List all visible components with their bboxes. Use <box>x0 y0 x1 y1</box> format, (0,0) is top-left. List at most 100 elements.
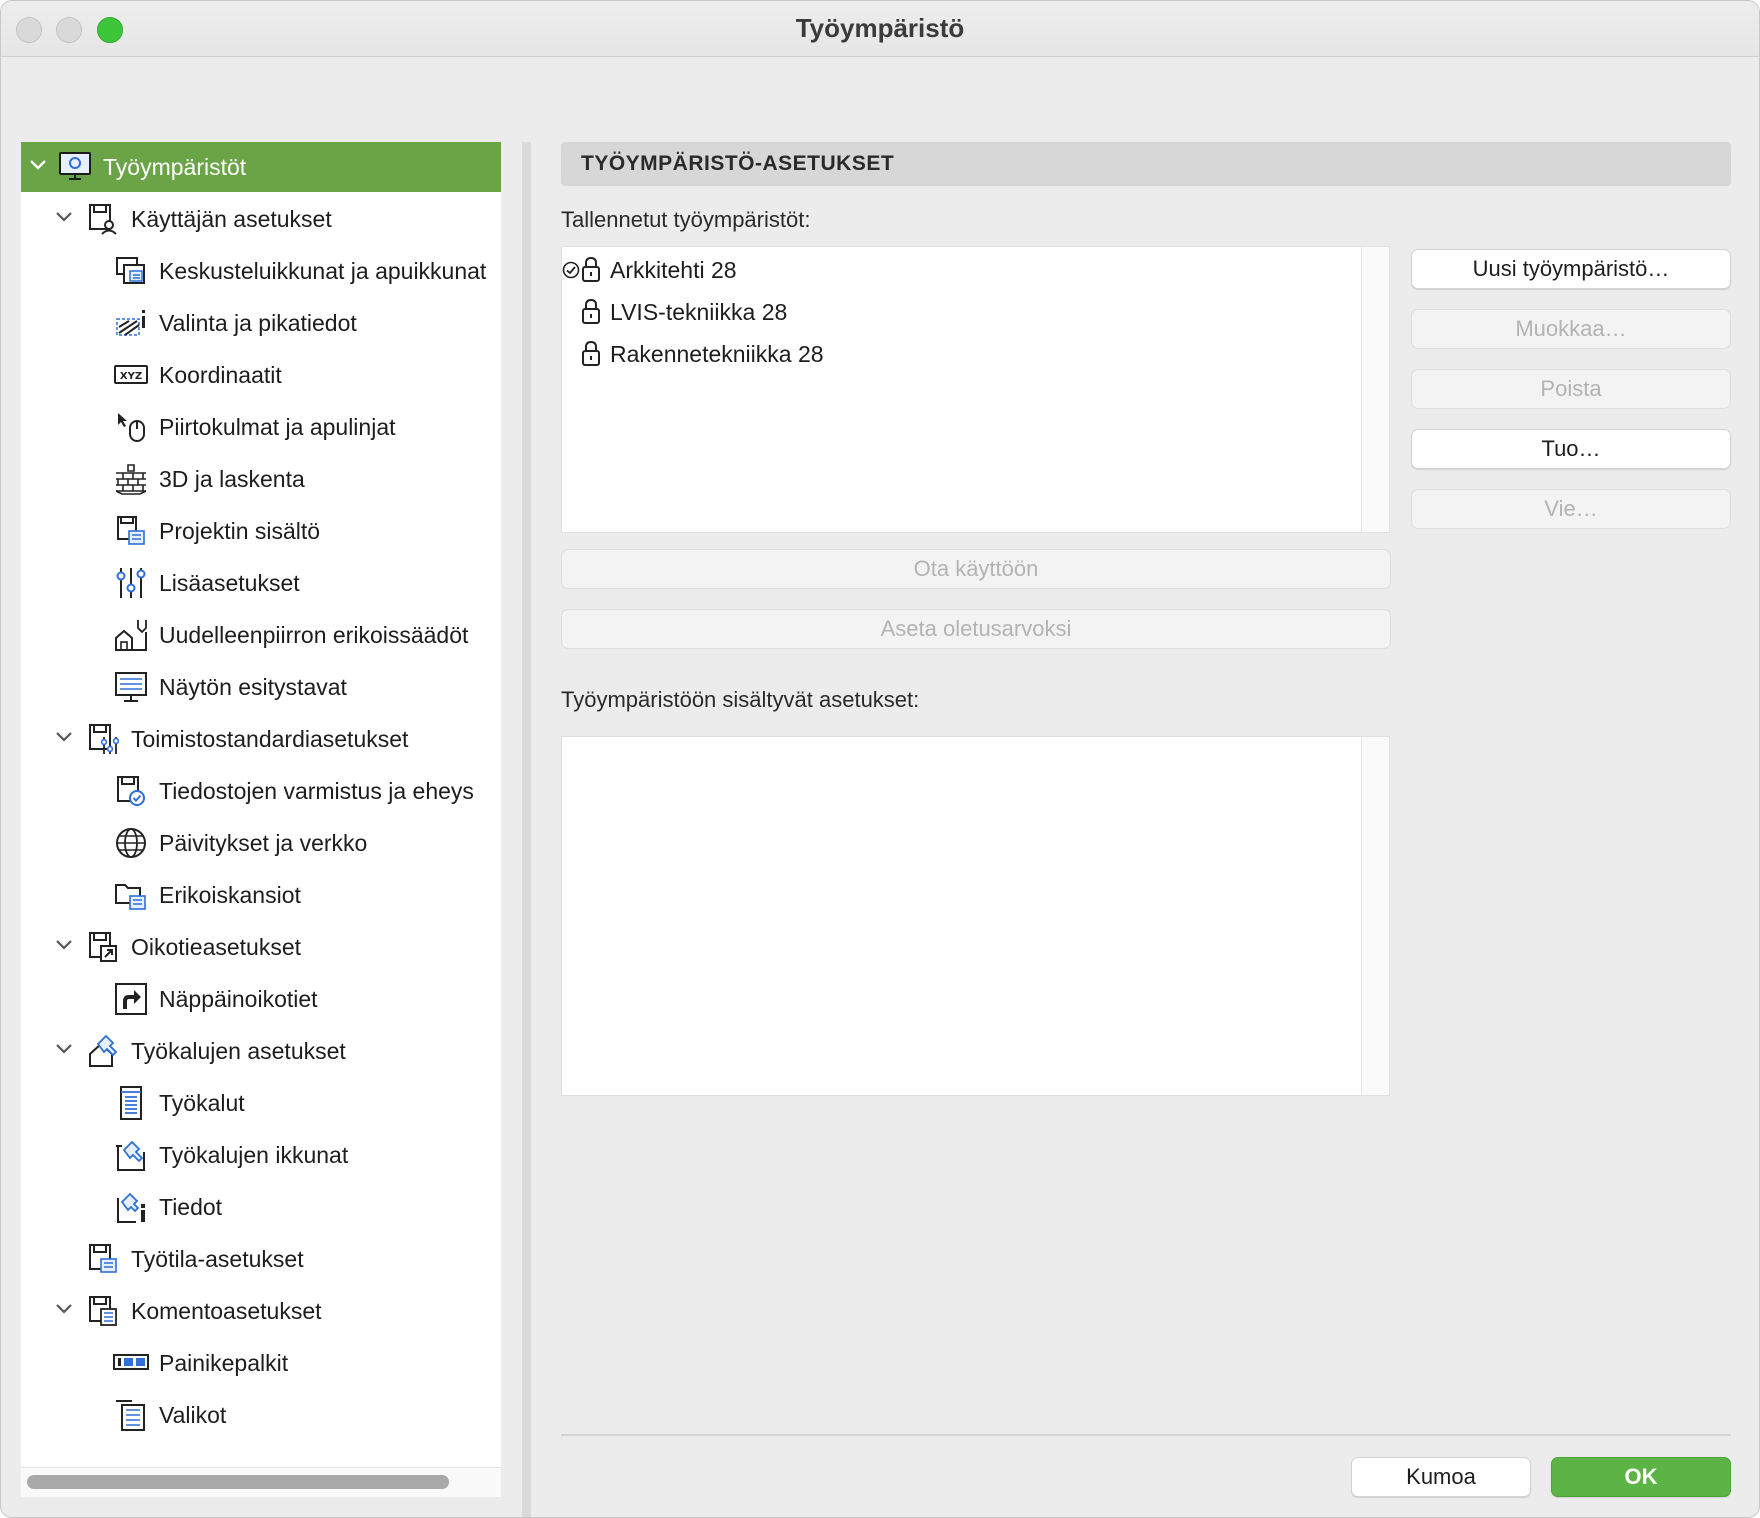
tree-item-menus[interactable]: Valikot <box>21 1390 501 1440</box>
tool-settings-icon <box>85 1033 121 1069</box>
tree-item-keyboard-shortcuts[interactable]: Näppäinoikotiet <box>21 974 501 1024</box>
tree-item-label: Oikotieasetukset <box>131 934 302 960</box>
tree-item-label: Toimistostandardiasetukset <box>131 726 409 752</box>
tree-item-label: Työkalut <box>159 1090 245 1116</box>
included-settings-list[interactable] <box>561 736 1390 1096</box>
chevron-down-icon[interactable] <box>55 1300 73 1318</box>
tree-item-label: Koordinaatit <box>159 362 282 388</box>
section-title: TYÖYMPÄRISTÖ-ASETUKSET <box>581 152 895 175</box>
set-default-button[interactable]: Aseta oletusarvoksi <box>561 609 1391 649</box>
vertical-scrollbar[interactable] <box>1361 247 1389 532</box>
list-item[interactable]: Rakennetekniikka 28 <box>562 333 1362 373</box>
tree-item-display-options[interactable]: Näytön esitystavat <box>21 662 501 712</box>
info-icon <box>113 1189 149 1225</box>
preferences-window: Työympäristö Työympäristöt Käyttäjän ase… <box>0 0 1760 1518</box>
tree-item-more-options[interactable]: Lisäasetukset <box>21 558 501 608</box>
settings-tree[interactable]: Työympäristöt Käyttäjän asetukset Keskus… <box>21 142 501 1497</box>
tree-item-user-settings[interactable]: Käyttäjän asetukset <box>21 194 501 244</box>
keyboard-shortcut-icon <box>113 981 149 1017</box>
apply-button[interactable]: Ota käyttöön <box>561 549 1391 589</box>
tree-item-label: Näytön esitystavat <box>159 674 347 700</box>
tree-item-special-folders[interactable]: Erikoiskansiot <box>21 870 501 920</box>
file-safety-icon <box>113 773 149 809</box>
tree-item-label: Painikepalkit <box>159 1350 289 1376</box>
included-settings-label: Työympäristöön sisältyvät asetukset: <box>561 687 920 712</box>
user-settings-icon <box>85 201 121 237</box>
cancel-button[interactable]: Kumoa <box>1351 1457 1531 1497</box>
tree-item-drawing-angles[interactable]: Piirtokulmat ja apulinjat <box>21 402 501 452</box>
toolbar-icon <box>113 1345 149 1381</box>
tree-item-updates-network[interactable]: Päivitykset ja verkko <box>21 818 501 868</box>
lock-icon <box>580 297 602 325</box>
workspace-settings-icon <box>85 1241 121 1277</box>
tree-item-label: Keskusteluikkunat ja apuikkunat <box>159 258 487 284</box>
menus-icon <box>113 1397 149 1433</box>
title-bar: Työympäristö <box>1 1 1759 57</box>
sliders-icon <box>113 565 149 601</box>
toolbox-icon <box>113 1085 149 1121</box>
lock-icon <box>580 339 602 367</box>
list-item-label: Arkkitehti 28 <box>610 257 737 283</box>
redraw-icon <box>113 617 149 653</box>
tree-item-company-standards[interactable]: Toimistostandardiasetukset <box>21 714 501 764</box>
tree-item-3d-calculation[interactable]: 3D ja laskenta <box>21 454 501 504</box>
tree-item-coordinates[interactable]: XYZ Koordinaatit <box>21 350 501 400</box>
list-item-label: LVIS-tekniikka 28 <box>610 299 788 325</box>
project-content-icon <box>113 513 149 549</box>
tree-item-label: 3D ja laskenta <box>159 466 305 492</box>
selection-info-icon <box>113 305 149 341</box>
delete-button[interactable]: Poista <box>1411 369 1731 409</box>
list-item[interactable]: LVIS-tekniikka 28 <box>562 291 1362 331</box>
vertical-scrollbar[interactable] <box>1361 737 1389 1095</box>
tree-item-label: Lisäasetukset <box>159 570 300 596</box>
edit-button[interactable]: Muokkaa… <box>1411 309 1731 349</box>
tree-item-info[interactable]: Tiedot <box>21 1182 501 1232</box>
command-settings-icon <box>85 1293 121 1329</box>
chevron-down-icon[interactable] <box>29 156 47 174</box>
tree-item-redraw-tuning[interactable]: Uudelleenpiirron erikoissäädöt <box>21 610 501 660</box>
import-button[interactable]: Tuo… <box>1411 429 1731 469</box>
chevron-down-icon[interactable] <box>55 208 73 226</box>
saved-environments-label: Tallennetut työympäristöt: <box>561 207 811 232</box>
tree-item-label: Uudelleenpiirron erikoissäädöt <box>159 622 469 648</box>
tree-item-label: Työkalujen asetukset <box>131 1038 346 1064</box>
new-environment-button[interactable]: Uusi työympäristö… <box>1411 249 1731 289</box>
ok-button[interactable]: OK <box>1551 1457 1731 1497</box>
tree-item-label: Valikot <box>159 1402 227 1428</box>
tree-item-dialog-windows[interactable]: Keskusteluikkunat ja apuikkunat <box>21 246 501 296</box>
export-button[interactable]: Vie… <box>1411 489 1731 529</box>
tree-item-toolbars[interactable]: Painikepalkit <box>21 1338 501 1388</box>
active-check-icon <box>562 261 580 279</box>
tree-item-project-content[interactable]: Projektin sisältö <box>21 506 501 556</box>
tree-item-selection-info[interactable]: Valinta ja pikatiedot <box>21 298 501 348</box>
tree-item-label: Valinta ja pikatiedot <box>159 310 357 336</box>
special-folders-icon <box>113 877 149 913</box>
lock-icon <box>580 255 602 283</box>
tree-item-label: Erikoiskansiot <box>159 882 301 908</box>
tree-item-label: Työympäristöt <box>103 154 247 180</box>
tree-item-label: Piirtokulmat ja apulinjat <box>159 414 396 440</box>
chevron-down-icon[interactable] <box>55 1040 73 1058</box>
list-item[interactable]: Arkkitehti 28 <box>562 249 1362 289</box>
tree-item-label: Käyttäjän asetukset <box>131 206 332 232</box>
chevron-down-icon[interactable] <box>55 936 73 954</box>
tree-item-workspace-settings[interactable]: Työtila-asetukset <box>21 1234 501 1284</box>
tree-item-work-environments[interactable]: Työympäristöt <box>21 142 501 192</box>
tool-windows-icon <box>113 1137 149 1173</box>
pane-splitter[interactable] <box>522 142 531 1517</box>
chevron-down-icon[interactable] <box>55 728 73 746</box>
display-options-icon <box>113 669 149 705</box>
tree-item-command-settings[interactable]: Komentoasetukset <box>21 1286 501 1336</box>
tree-item-file-safety[interactable]: Tiedostojen varmistus ja eheys <box>21 766 501 816</box>
section-header: TYÖYMPÄRISTÖ-ASETUKSET <box>561 142 1731 186</box>
horizontal-scrollbar[interactable] <box>27 1475 449 1489</box>
company-standards-icon <box>85 721 121 757</box>
tree-item-label: Työtila-asetukset <box>131 1246 304 1272</box>
dialog-windows-icon <box>113 253 149 289</box>
saved-environments-list[interactable]: Arkkitehti 28 LVIS-tekniikka 28 Rakennet… <box>561 246 1390 533</box>
bricks-icon <box>113 461 149 497</box>
tree-item-tools[interactable]: Työkalut <box>21 1078 501 1128</box>
tree-item-tool-settings[interactable]: Työkalujen asetukset <box>21 1026 501 1076</box>
tree-item-shortcut-settings[interactable]: Oikotieasetukset <box>21 922 501 972</box>
tree-item-tool-windows[interactable]: Työkalujen ikkunat <box>21 1130 501 1180</box>
